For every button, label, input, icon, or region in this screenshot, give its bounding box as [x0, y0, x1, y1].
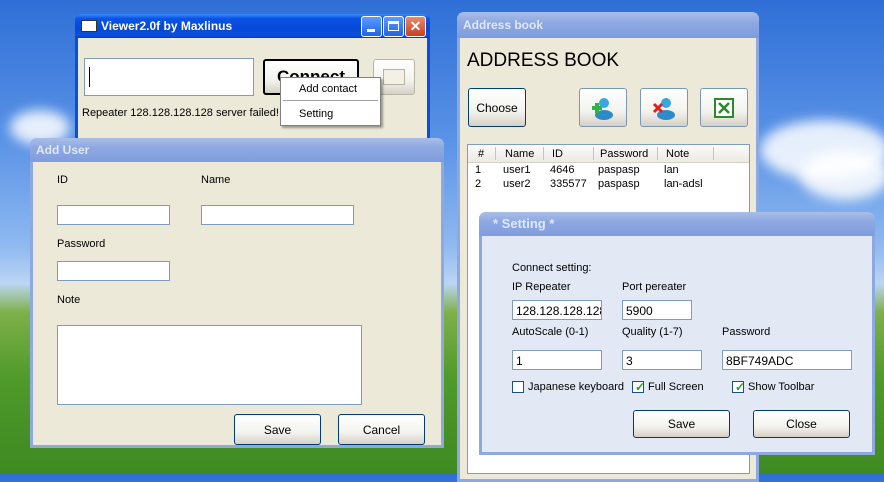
port-input[interactable]: 5900 [622, 300, 692, 320]
cell-number: 1 [475, 164, 482, 176]
menu-separator [283, 100, 378, 101]
column-divider [495, 147, 496, 160]
menu-item-add-contact[interactable]: Add contact [299, 83, 357, 95]
cell-password: paspasp [598, 164, 640, 176]
ip-repeater-label: IP Repeater [512, 281, 571, 293]
setting-password-label: Password [722, 326, 771, 338]
add-contact-button[interactable] [579, 88, 627, 127]
column-divider [713, 147, 714, 160]
quality-label: Quality (1-7) [622, 326, 683, 338]
column-header-note[interactable]: Note [666, 148, 689, 160]
add-user-icon [592, 97, 613, 120]
cancel-button[interactable]: Cancel [338, 414, 425, 445]
connection-icon [383, 69, 405, 85]
address-book-heading: ADDRESS BOOK [467, 50, 620, 71]
note-field[interactable] [57, 325, 362, 405]
add-user-body: ID Name Password Note Save Cancel [33, 162, 441, 445]
setting-body: Connect setting: IP Repeater Port pereat… [482, 236, 872, 452]
name-field[interactable] [201, 205, 354, 225]
connect-setting-label: Connect setting: [512, 262, 592, 274]
cell-note: lan [664, 164, 679, 176]
context-menu: Add contact Setting [280, 77, 381, 126]
status-text: Repeater 128.128.128.128 server failed! [82, 107, 279, 119]
setting-titlebar[interactable]: * Setting * [479, 212, 875, 236]
close-button[interactable]: ✕ [405, 16, 426, 37]
cell-name: user2 [503, 178, 531, 190]
setting-save-button[interactable]: Save [633, 410, 730, 438]
add-user-title: Add User [36, 143, 90, 157]
column-header-number[interactable]: # [478, 148, 484, 160]
id-field[interactable] [57, 205, 170, 225]
maximize-icon [388, 21, 399, 31]
password-label: Password [57, 238, 106, 250]
japanese-keyboard-label: Japanese keyboard [528, 381, 625, 393]
full-screen-label: Full Screen [648, 381, 704, 393]
choose-button[interactable]: Choose [468, 88, 526, 127]
address-book-title: Address book [463, 18, 544, 32]
japanese-keyboard-checkbox[interactable] [512, 381, 524, 393]
autoscale-input[interactable]: 1 [512, 350, 602, 370]
save-button[interactable]: Save [234, 414, 321, 445]
show-toolbar-label: Show Toolbar [748, 381, 815, 393]
show-toolbar-checkbox[interactable]: ✓ [732, 380, 746, 394]
port-label: Port pereater [622, 281, 687, 293]
cell-note: lan-adsl [664, 178, 703, 190]
table-row[interactable]: 2 user2 335577 paspasp lan-adsl [468, 177, 749, 191]
note-label: Note [57, 294, 81, 306]
address-book-titlebar[interactable]: Address book [457, 12, 759, 38]
cell-name: user1 [503, 164, 531, 176]
repeater-id-input[interactable] [84, 58, 254, 96]
excel-icon [714, 97, 734, 118]
app-icon [81, 19, 97, 32]
cell-id: 335577 [550, 178, 587, 190]
setting-password-input[interactable]: 8BF749ADC [722, 350, 852, 370]
setting-title: * Setting * [493, 216, 555, 231]
close-icon: ✕ [409, 18, 422, 34]
minimize-icon [367, 29, 375, 32]
column-header-password[interactable]: Password [600, 148, 648, 160]
menu-item-setting[interactable]: Setting [299, 108, 333, 120]
id-label: ID [57, 174, 68, 186]
cell-password: paspasp [598, 178, 640, 190]
ip-repeater-input[interactable]: 128.128.128.128 [512, 300, 602, 320]
name-label: Name [201, 174, 231, 186]
column-divider [543, 147, 544, 160]
column-header-id[interactable]: ID [552, 148, 563, 160]
checkmark-icon: ✓ [735, 380, 746, 394]
column-divider [657, 147, 658, 160]
setting-close-button[interactable]: Close [753, 410, 850, 438]
full-screen-checkbox[interactable]: ✓ [632, 380, 646, 394]
delete-contact-button[interactable] [640, 88, 688, 127]
setting-window: * Setting * Connect setting: IP Repeater… [479, 212, 875, 455]
text-cursor [89, 67, 90, 87]
autoscale-label: AutoScale (0-1) [512, 326, 589, 338]
add-user-titlebar[interactable]: Add User [30, 138, 444, 162]
cell-id: 4646 [550, 164, 575, 176]
minimize-button[interactable] [361, 16, 382, 37]
delete-user-icon [652, 97, 675, 120]
table-row[interactable]: 1 user1 4646 paspasp lan [468, 163, 749, 177]
column-header-name[interactable]: Name [505, 148, 534, 160]
viewer-title: Viewer2.0f by Maxlinus [101, 19, 233, 33]
checkmark-icon: ✓ [635, 380, 646, 394]
password-field[interactable] [57, 261, 170, 281]
column-divider [593, 147, 594, 160]
export-excel-button[interactable] [700, 88, 748, 127]
maximize-button[interactable] [383, 16, 404, 37]
quality-input[interactable]: 3 [622, 350, 702, 370]
cell-number: 2 [475, 178, 482, 190]
add-user-window: Add User ID Name Password Note Save Canc… [30, 138, 444, 448]
